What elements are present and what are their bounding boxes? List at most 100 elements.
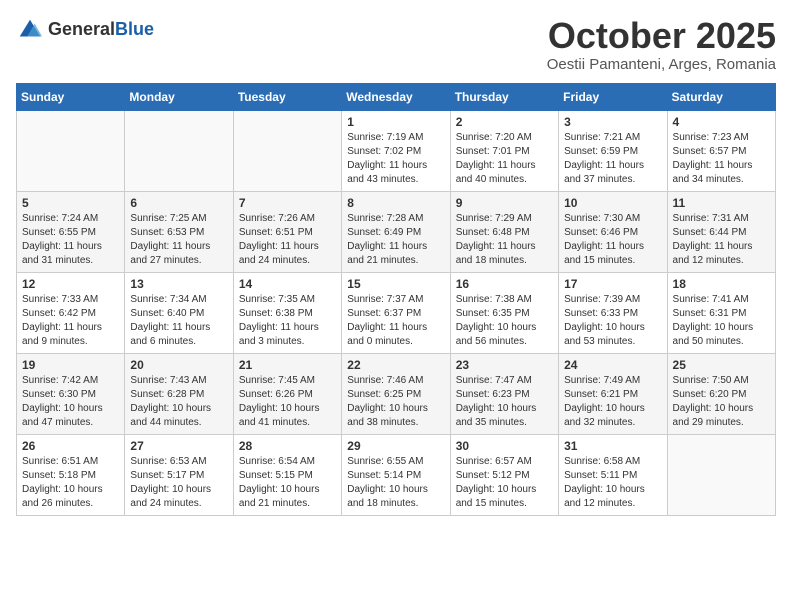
calendar-cell: 24 Sunrise: 7:49 AM Sunset: 6:21 PM Dayli…	[559, 353, 667, 434]
calendar-cell: 8 Sunrise: 7:28 AM Sunset: 6:49 PM Daylig…	[342, 191, 450, 272]
calendar-cell: 12 Sunrise: 7:33 AM Sunset: 6:42 PM Dayli…	[17, 272, 125, 353]
day-info: Sunrise: 7:42 AM Sunset: 6:30 PM Dayligh…	[22, 374, 119, 430]
day-info: Sunrise: 7:25 AM Sunset: 6:53 PM Dayligh…	[130, 212, 227, 268]
calendar-cell: 5 Sunrise: 7:24 AM Sunset: 6:55 PM Daylig…	[17, 191, 125, 272]
location-subtitle: Oestii Pamanteni, Arges, Romania	[547, 56, 776, 73]
day-number: 19	[22, 358, 119, 372]
calendar-cell: 23 Sunrise: 7:47 AM Sunset: 6:23 PM Dayli…	[450, 353, 558, 434]
day-info: Sunrise: 7:47 AM Sunset: 6:23 PM Dayligh…	[456, 374, 553, 430]
day-number: 23	[456, 358, 553, 372]
day-number: 1	[347, 115, 444, 129]
calendar-cell: 20 Sunrise: 7:43 AM Sunset: 6:28 PM Dayli…	[125, 353, 233, 434]
day-info: Sunrise: 7:29 AM Sunset: 6:48 PM Dayligh…	[456, 212, 553, 268]
day-info: Sunrise: 7:31 AM Sunset: 6:44 PM Dayligh…	[673, 212, 770, 268]
day-info: Sunrise: 7:41 AM Sunset: 6:31 PM Dayligh…	[673, 293, 770, 349]
day-info: Sunrise: 7:28 AM Sunset: 6:49 PM Dayligh…	[347, 212, 444, 268]
day-info: Sunrise: 7:26 AM Sunset: 6:51 PM Dayligh…	[239, 212, 336, 268]
calendar-cell: 6 Sunrise: 7:25 AM Sunset: 6:53 PM Daylig…	[125, 191, 233, 272]
header-saturday: Saturday	[667, 83, 775, 110]
day-info: Sunrise: 7:19 AM Sunset: 7:02 PM Dayligh…	[347, 131, 444, 187]
header-thursday: Thursday	[450, 83, 558, 110]
calendar-cell: 10 Sunrise: 7:30 AM Sunset: 6:46 PM Dayli…	[559, 191, 667, 272]
title-area: October 2025 Oestii Pamanteni, Arges, Ro…	[547, 16, 776, 73]
day-number: 4	[673, 115, 770, 129]
calendar-cell: 22 Sunrise: 7:46 AM Sunset: 6:25 PM Dayli…	[342, 353, 450, 434]
day-number: 22	[347, 358, 444, 372]
day-number: 21	[239, 358, 336, 372]
day-number: 10	[564, 196, 661, 210]
calendar-cell: 29Sunrise: 6:55 AM Sunset: 5:14 PM Dayli…	[342, 434, 450, 515]
calendar-cell: 16 Sunrise: 7:38 AM Sunset: 6:35 PM Dayli…	[450, 272, 558, 353]
calendar-cell: 15 Sunrise: 7:37 AM Sunset: 6:37 PM Dayli…	[342, 272, 450, 353]
day-number: 16	[456, 277, 553, 291]
day-number: 13	[130, 277, 227, 291]
header-wednesday: Wednesday	[342, 83, 450, 110]
day-number: 31	[564, 439, 661, 453]
day-number: 25	[673, 358, 770, 372]
header-sunday: Sunday	[17, 83, 125, 110]
day-number: 3	[564, 115, 661, 129]
header-monday: Monday	[125, 83, 233, 110]
calendar-cell	[233, 110, 341, 191]
day-info: Sunrise: 7:46 AM Sunset: 6:25 PM Dayligh…	[347, 374, 444, 430]
calendar-cell: 26 Sunrise: 6:51 AM Sunset: 5:18 PM Dayli…	[17, 434, 125, 515]
calendar-cell: 28 Sunrise: 6:54 AM Sunset: 5:15 PM Dayli…	[233, 434, 341, 515]
calendar-week-2: 5 Sunrise: 7:24 AM Sunset: 6:55 PM Daylig…	[17, 191, 776, 272]
calendar-cell: 25 Sunrise: 7:50 AM Sunset: 6:20 PM Dayli…	[667, 353, 775, 434]
day-number: 12	[22, 277, 119, 291]
month-title: October 2025	[547, 16, 776, 56]
header-friday: Friday	[559, 83, 667, 110]
calendar-cell: 18 Sunrise: 7:41 AM Sunset: 6:31 PM Dayli…	[667, 272, 775, 353]
day-number: 20	[130, 358, 227, 372]
calendar-header-row: SundayMondayTuesdayWednesdayThursdayFrid…	[17, 83, 776, 110]
calendar-cell: 27 Sunrise: 6:53 AM Sunset: 5:17 PM Dayli…	[125, 434, 233, 515]
day-info: Sunrise: 7:30 AM Sunset: 6:46 PM Dayligh…	[564, 212, 661, 268]
header-tuesday: Tuesday	[233, 83, 341, 110]
day-info: Sunrise: 7:37 AM Sunset: 6:37 PM Dayligh…	[347, 293, 444, 349]
page-header: GeneralBlue October 2025 Oestii Pamanten…	[16, 16, 776, 73]
calendar-cell: 30Sunrise: 6:57 AM Sunset: 5:12 PM Dayli…	[450, 434, 558, 515]
day-info: Sunrise: 7:38 AM Sunset: 6:35 PM Dayligh…	[456, 293, 553, 349]
calendar-cell: 17Sunrise: 7:39 AM Sunset: 6:33 PM Dayli…	[559, 272, 667, 353]
day-info: Sunrise: 6:54 AM Sunset: 5:15 PM Dayligh…	[239, 455, 336, 511]
day-info: Sunrise: 7:49 AM Sunset: 6:21 PM Dayligh…	[564, 374, 661, 430]
day-number: 18	[673, 277, 770, 291]
day-number: 14	[239, 277, 336, 291]
calendar-cell: 4Sunrise: 7:23 AM Sunset: 6:57 PM Daylig…	[667, 110, 775, 191]
calendar-week-4: 19 Sunrise: 7:42 AM Sunset: 6:30 PM Dayli…	[17, 353, 776, 434]
calendar-cell: 31 Sunrise: 6:58 AM Sunset: 5:11 PM Dayli…	[559, 434, 667, 515]
calendar-cell: 11Sunrise: 7:31 AM Sunset: 6:44 PM Dayli…	[667, 191, 775, 272]
calendar-week-1: 1 Sunrise: 7:19 AM Sunset: 7:02 PM Daylig…	[17, 110, 776, 191]
calendar-cell: 3Sunrise: 7:21 AM Sunset: 6:59 PM Daylig…	[559, 110, 667, 191]
day-number: 5	[22, 196, 119, 210]
day-info: Sunrise: 6:58 AM Sunset: 5:11 PM Dayligh…	[564, 455, 661, 511]
day-info: Sunrise: 7:20 AM Sunset: 7:01 PM Dayligh…	[456, 131, 553, 187]
day-number: 24	[564, 358, 661, 372]
day-number: 9	[456, 196, 553, 210]
logo: GeneralBlue	[16, 16, 154, 44]
logo-icon	[16, 16, 44, 44]
day-info: Sunrise: 6:51 AM Sunset: 5:18 PM Dayligh…	[22, 455, 119, 511]
day-info: Sunrise: 7:35 AM Sunset: 6:38 PM Dayligh…	[239, 293, 336, 349]
day-number: 17	[564, 277, 661, 291]
day-number: 6	[130, 196, 227, 210]
calendar-cell: 19 Sunrise: 7:42 AM Sunset: 6:30 PM Dayli…	[17, 353, 125, 434]
day-number: 28	[239, 439, 336, 453]
day-info: Sunrise: 6:57 AM Sunset: 5:12 PM Dayligh…	[456, 455, 553, 511]
calendar-cell: 21Sunrise: 7:45 AM Sunset: 6:26 PM Dayli…	[233, 353, 341, 434]
calendar-cell	[125, 110, 233, 191]
day-info: Sunrise: 7:50 AM Sunset: 6:20 PM Dayligh…	[673, 374, 770, 430]
day-number: 2	[456, 115, 553, 129]
day-number: 27	[130, 439, 227, 453]
day-info: Sunrise: 7:33 AM Sunset: 6:42 PM Dayligh…	[22, 293, 119, 349]
calendar-cell: 2 Sunrise: 7:20 AM Sunset: 7:01 PM Daylig…	[450, 110, 558, 191]
day-info: Sunrise: 7:24 AM Sunset: 6:55 PM Dayligh…	[22, 212, 119, 268]
calendar-cell: 13Sunrise: 7:34 AM Sunset: 6:40 PM Dayli…	[125, 272, 233, 353]
day-number: 15	[347, 277, 444, 291]
day-number: 8	[347, 196, 444, 210]
calendar-cell: 1 Sunrise: 7:19 AM Sunset: 7:02 PM Daylig…	[342, 110, 450, 191]
day-info: Sunrise: 7:43 AM Sunset: 6:28 PM Dayligh…	[130, 374, 227, 430]
day-number: 26	[22, 439, 119, 453]
calendar-cell: 7Sunrise: 7:26 AM Sunset: 6:51 PM Daylig…	[233, 191, 341, 272]
day-info: Sunrise: 6:53 AM Sunset: 5:17 PM Dayligh…	[130, 455, 227, 511]
